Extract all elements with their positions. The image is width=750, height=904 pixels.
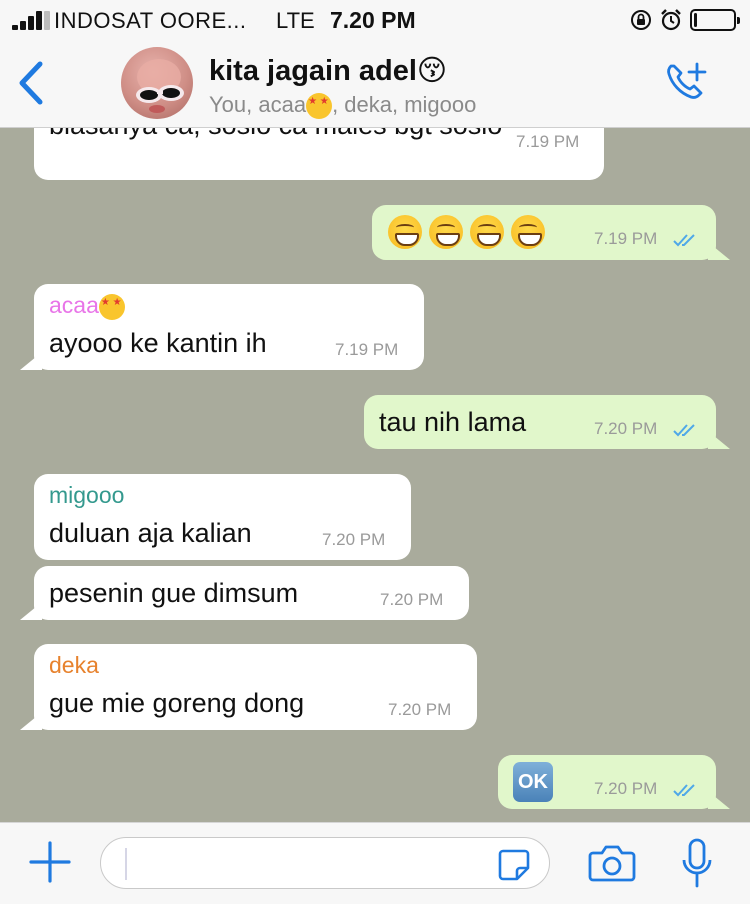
grinning-face-emoji bbox=[388, 215, 422, 249]
signal-icon bbox=[12, 10, 50, 30]
chat-header: kita jagain adel😚 You, acaa , deka, migoo… bbox=[0, 40, 750, 128]
message-bubble-outgoing[interactable]: OK 7.20 PM bbox=[498, 755, 730, 809]
message-text: duluan aja kalian bbox=[49, 518, 252, 548]
ok-button-emoji: OK bbox=[513, 762, 553, 802]
group-avatar[interactable] bbox=[121, 47, 193, 119]
read-receipt-icon bbox=[673, 234, 695, 247]
message-sender: deka bbox=[49, 652, 99, 678]
kissing-face-emoji: 😚 bbox=[416, 55, 448, 87]
message-list[interactable]: biasanya ca, sosio ca males bgt sosio 7.… bbox=[0, 128, 750, 822]
network-type: LTE bbox=[276, 8, 315, 33]
battery-level bbox=[694, 13, 697, 27]
text-cursor bbox=[125, 848, 127, 880]
grinning-face-emoji bbox=[511, 215, 545, 249]
message-bubble-incoming[interactable]: migooo duluan aja kalian 7.20 PM bbox=[34, 474, 411, 560]
alarm-icon bbox=[661, 9, 681, 31]
plus-icon[interactable] bbox=[29, 841, 71, 883]
microphone-icon[interactable] bbox=[680, 838, 714, 890]
grinning-face-emoji bbox=[429, 215, 463, 249]
read-receipt-icon bbox=[673, 784, 695, 797]
message-time: 7.20 PM bbox=[380, 590, 444, 609]
chat-participants[interactable]: You, acaa , deka, migooo bbox=[209, 92, 477, 120]
battery-icon bbox=[690, 9, 740, 31]
message-time: 7.20 PM bbox=[594, 779, 658, 798]
status-bar: INDOSAT OORE... LTE 7.20 PM bbox=[0, 0, 750, 40]
message-input-bar bbox=[0, 822, 750, 904]
carrier-name: INDOSAT OORE... bbox=[54, 8, 247, 33]
grinning-emojis bbox=[388, 215, 552, 249]
camera-icon[interactable] bbox=[588, 843, 636, 883]
status-time: 7.20 PM bbox=[330, 7, 416, 33]
message-bubble-incoming[interactable]: deka gue mie goreng dong 7.20 PM bbox=[20, 644, 477, 730]
message-time: 7.19 PM bbox=[594, 229, 658, 248]
message-text: gue mie goreng dong bbox=[49, 688, 305, 718]
read-receipt-icon bbox=[673, 424, 695, 437]
star-struck-emoji bbox=[98, 293, 125, 320]
participants-you-acaa: You, acaa bbox=[209, 92, 307, 117]
sender-name-acaa: acaa bbox=[49, 292, 99, 318]
star-struck-emoji bbox=[306, 93, 333, 120]
message-time: 7.20 PM bbox=[322, 530, 386, 549]
message-time: 7.20 PM bbox=[388, 700, 452, 719]
message-bubble-incoming[interactable]: biasanya ca, sosio ca males bgt sosio 7.… bbox=[34, 128, 604, 180]
chat-title-text: kita jagain adel bbox=[209, 55, 417, 87]
message-text: pesenin gue dimsum bbox=[49, 578, 299, 608]
message-bubble-outgoing[interactable]: tau nih lama 7.20 PM bbox=[364, 395, 730, 449]
message-text: tau nih lama bbox=[379, 407, 527, 437]
message-bubble-outgoing[interactable]: 7.19 PM bbox=[372, 205, 730, 260]
message-input[interactable] bbox=[100, 837, 550, 889]
grinning-face-emoji bbox=[470, 215, 504, 249]
message-time: 7.20 PM bbox=[594, 419, 658, 438]
orientation-lock-icon bbox=[631, 10, 651, 30]
message-text: biasanya ca, sosio ca males bgt sosio bbox=[49, 128, 502, 141]
message-sender: acaa bbox=[49, 292, 125, 320]
add-call-icon[interactable] bbox=[663, 60, 711, 104]
message-time: 7.19 PM bbox=[335, 340, 399, 359]
sticker-icon[interactable] bbox=[497, 848, 531, 882]
message-text: ayooo ke kantin ih bbox=[49, 328, 267, 358]
chat-title[interactable]: kita jagain adel😚 bbox=[209, 53, 447, 88]
chevron-left-icon[interactable] bbox=[14, 60, 48, 106]
message-bubble-incoming[interactable]: pesenin gue dimsum 7.20 PM bbox=[20, 566, 469, 620]
message-sender: migooo bbox=[49, 482, 125, 508]
message-bubble-incoming[interactable]: acaa ayooo ke kantin ih 7.19 PM bbox=[20, 284, 424, 370]
participants-rest: , deka, migooo bbox=[332, 92, 477, 117]
message-time: 7.19 PM bbox=[516, 132, 580, 151]
